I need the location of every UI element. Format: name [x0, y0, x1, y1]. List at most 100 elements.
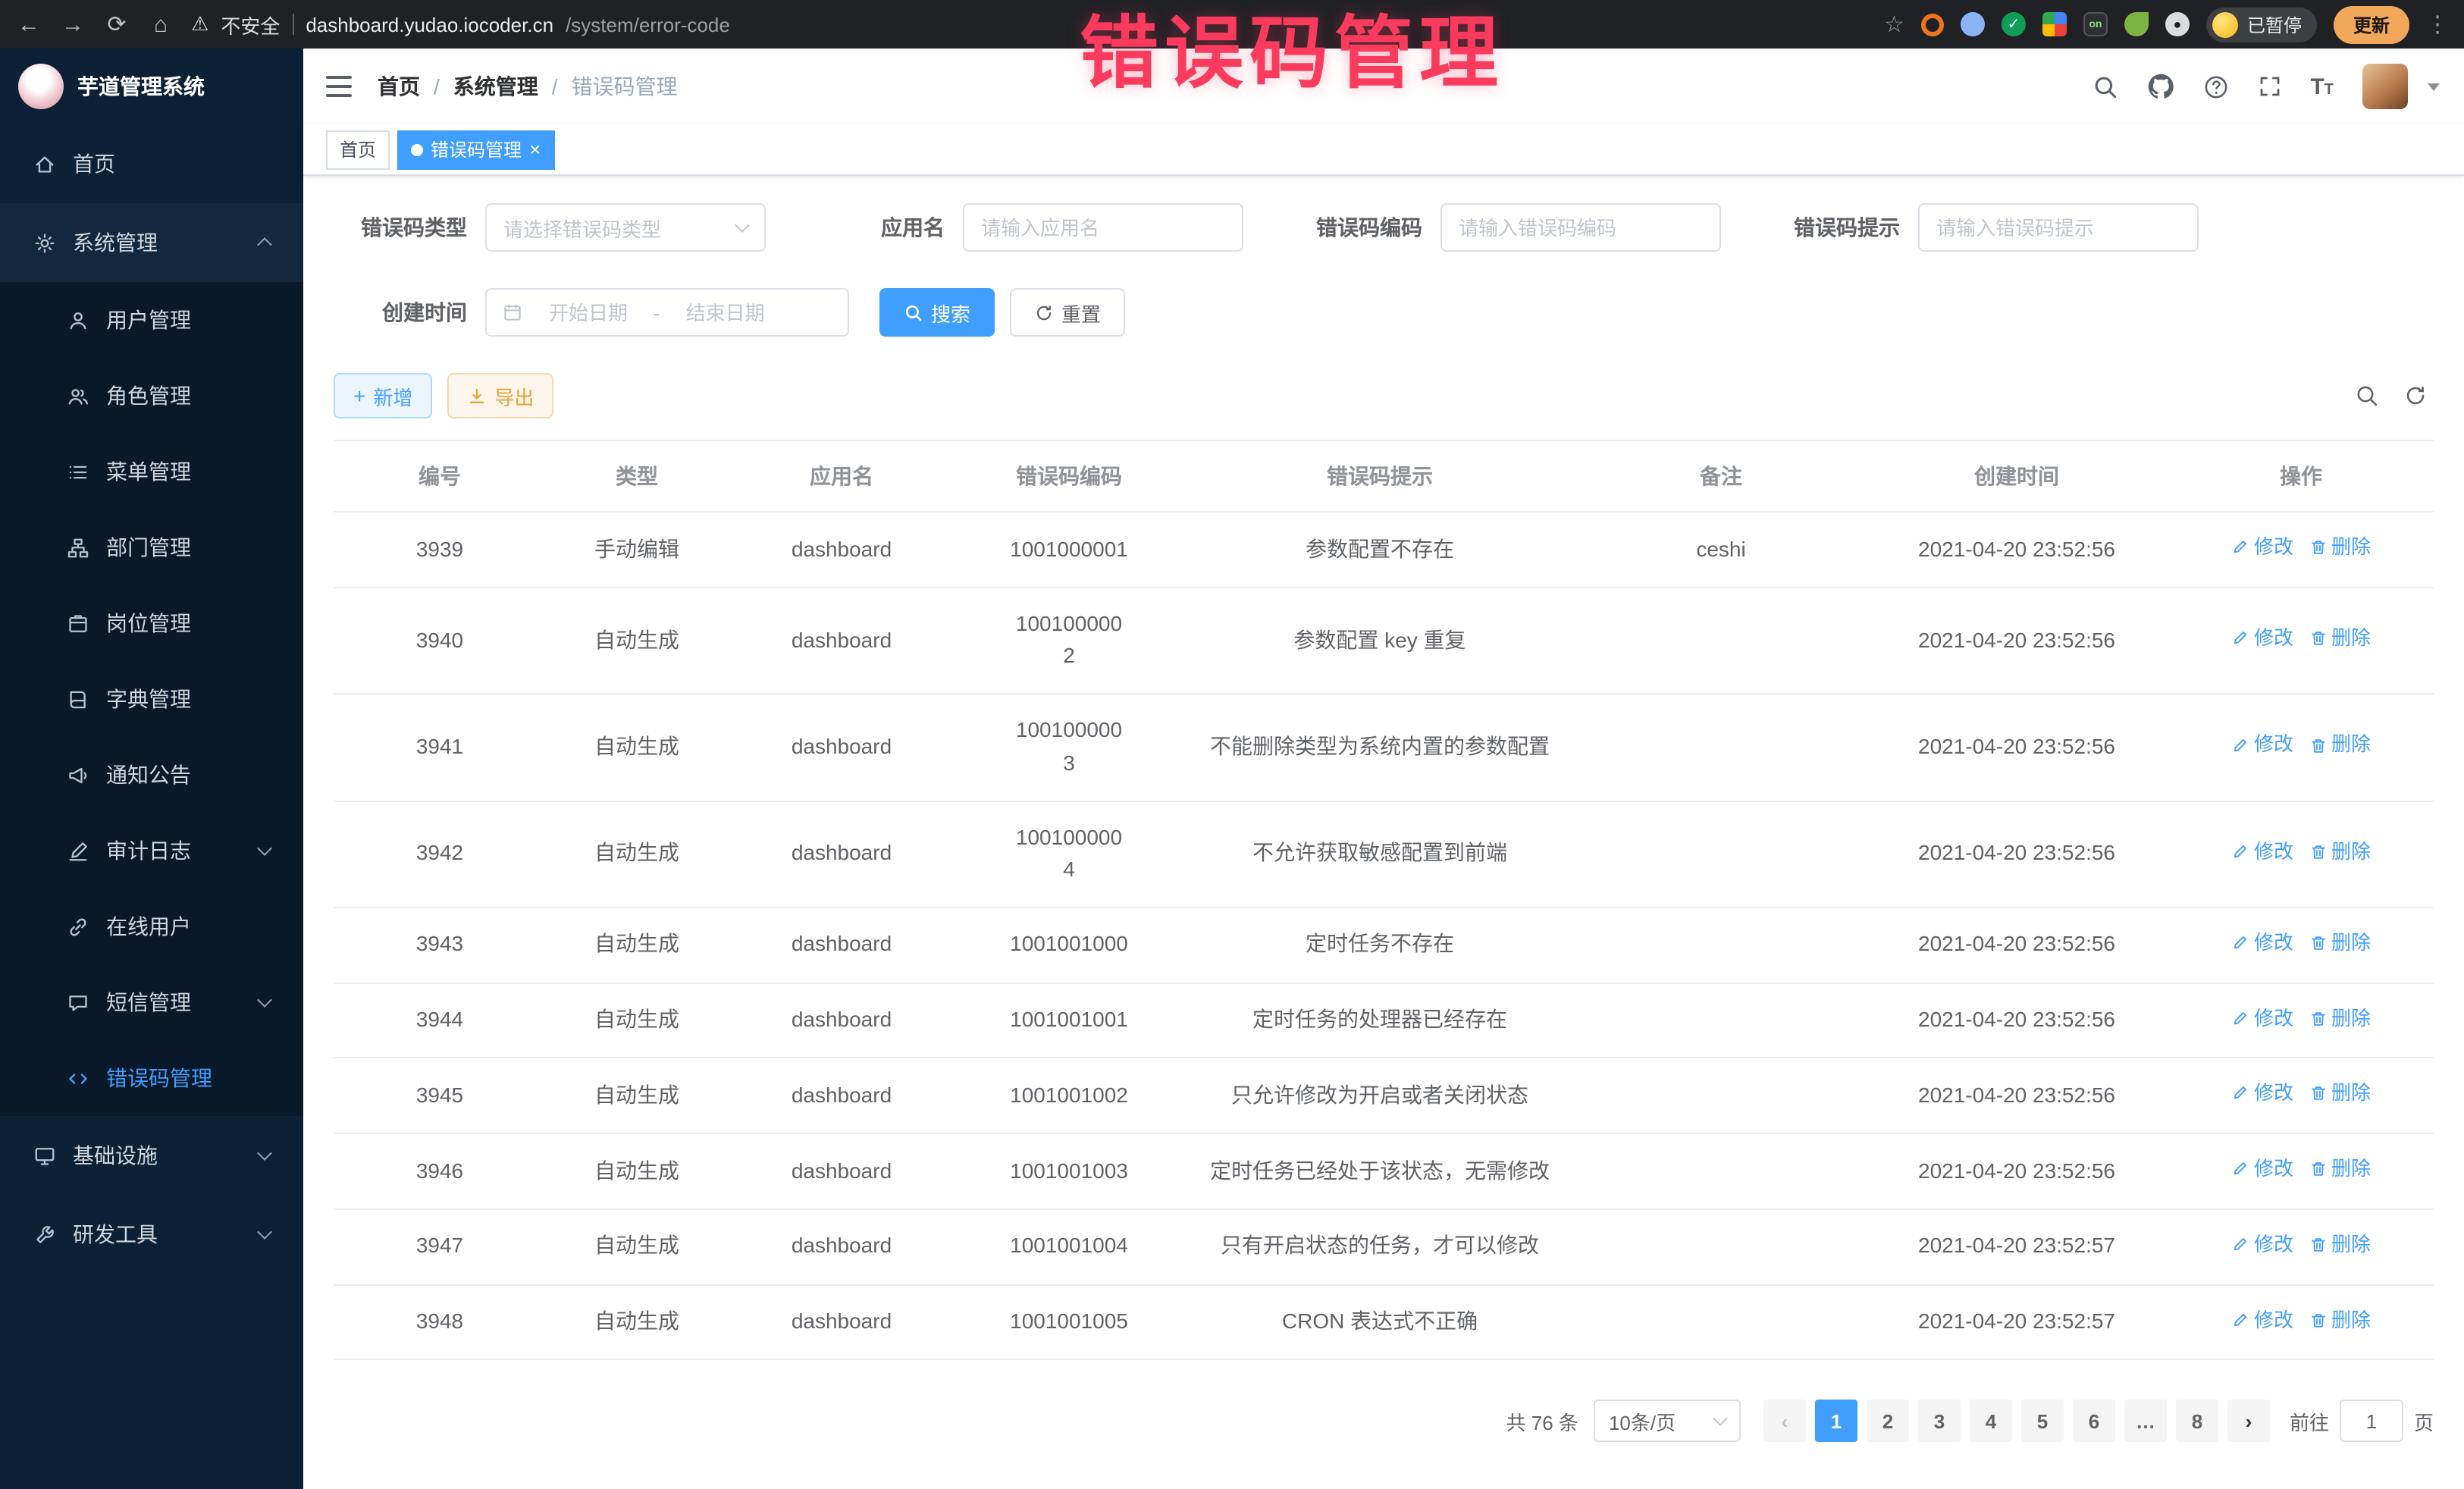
sidebar-item-post-management[interactable]: 岗位管理 [0, 585, 303, 661]
extension-icon[interactable] [2042, 12, 2067, 36]
page-button-3[interactable]: 3 [1918, 1400, 1961, 1443]
edit-link[interactable]: 修改 [2231, 623, 2293, 654]
app-name-input[interactable] [964, 205, 1242, 250]
sidebar-item-sms-management[interactable]: 短信管理 [0, 964, 303, 1040]
refresh-icon[interactable] [2403, 384, 2428, 408]
date-range-picker[interactable]: - [485, 288, 849, 337]
page-button-4[interactable]: 4 [1970, 1400, 2012, 1443]
cell-actions: 修改删除 [2168, 588, 2434, 694]
tab-error-code[interactable]: 错误码管理 × [397, 130, 554, 169]
sidebar-item-home[interactable]: 首页 [0, 124, 303, 203]
toggle-search-icon[interactable] [2355, 384, 2379, 408]
extension-icon[interactable]: on [2083, 12, 2108, 36]
page-button-1[interactable]: 1 [1815, 1400, 1857, 1443]
page-size-select[interactable]: 10条/页 [1594, 1400, 1741, 1443]
goto-page-input[interactable] [2340, 1400, 2403, 1443]
tab-close-icon[interactable]: × [529, 139, 541, 159]
edit-link[interactable]: 修改 [2231, 532, 2293, 563]
edit-link[interactable]: 修改 [2231, 1079, 2293, 1109]
bookmark-star-icon[interactable]: ☆ [1884, 11, 1904, 38]
delete-link[interactable]: 删除 [2309, 532, 2371, 563]
delete-link[interactable]: 删除 [2309, 1154, 2371, 1184]
help-icon[interactable] [2202, 74, 2228, 99]
chevron-up-icon [257, 237, 272, 252]
next-page-button[interactable]: › [2227, 1400, 2270, 1443]
sidebar-item-infrastructure[interactable]: 基础设施 [0, 1116, 303, 1195]
sidebar-item-user-management[interactable]: 用户管理 [0, 282, 303, 358]
delete-link[interactable]: 删除 [2309, 623, 2371, 654]
error-msg-input[interactable] [1920, 205, 2197, 250]
goto-page: 前往 页 [2290, 1400, 2434, 1443]
extension-icon[interactable] [2124, 12, 2149, 36]
sidebar-item-label: 通知公告 [106, 760, 191, 790]
cell-time: 2021-04-20 23:52:56 [1865, 801, 2168, 908]
breadcrumb-system[interactable]: 系统管理 [453, 71, 538, 102]
chevron-down-icon[interactable] [2428, 83, 2440, 90]
sidebar-item-role-management[interactable]: 角色管理 [0, 358, 303, 434]
font-size-icon[interactable]: TT [2310, 74, 2334, 99]
column-header: 操作 [2168, 440, 2434, 512]
page-button-2[interactable]: 2 [1867, 1400, 1909, 1443]
pinned-extension-icon[interactable]: ● [2165, 12, 2190, 36]
forward-icon[interactable]: → [59, 11, 86, 37]
delete-link[interactable]: 删除 [2309, 1079, 2371, 1109]
page-more-button[interactable]: … [2124, 1400, 2167, 1443]
delete-link[interactable]: 删除 [2309, 730, 2371, 760]
select-placeholder: 请选择错误码类型 [503, 213, 661, 242]
error-code-input[interactable] [1442, 205, 1719, 250]
add-button[interactable]: + 新增 [334, 373, 432, 418]
edit-link[interactable]: 修改 [2231, 837, 2293, 867]
avatar[interactable] [2362, 64, 2408, 109]
sidebar-item-online-user[interactable]: 在线用户 [0, 889, 303, 964]
sidebar-item-notice[interactable]: 通知公告 [0, 737, 303, 813]
delete-link[interactable]: 删除 [2309, 928, 2371, 958]
profile-paused-chip[interactable]: 已暂停 [2206, 7, 2317, 42]
prev-page-button[interactable]: ‹ [1763, 1400, 1806, 1443]
edit-link[interactable]: 修改 [2231, 1003, 2293, 1033]
logo[interactable]: 芋道管理系统 [0, 49, 303, 124]
delete-link[interactable]: 删除 [2309, 1003, 2371, 1033]
end-date-input[interactable] [671, 301, 780, 324]
address-bar[interactable]: ⚠ 不安全 dashboard.yudao.iocoder.cn/system/… [191, 10, 1867, 39]
extension-icon[interactable]: ✓ [2002, 12, 2026, 36]
start-date-input[interactable] [534, 301, 643, 324]
reset-button[interactable]: 重置 [1010, 288, 1125, 337]
page-button-6[interactable]: 6 [2073, 1400, 2115, 1443]
delete-link[interactable]: 删除 [2309, 1305, 2371, 1335]
sidebar-item-audit-log[interactable]: 审计日志 [0, 813, 303, 889]
edit-link[interactable]: 修改 [2231, 1230, 2293, 1260]
megaphone-icon [65, 763, 89, 787]
sidebar-item-menu-management[interactable]: 菜单管理 [0, 434, 303, 509]
sidebar-item-dev-tools[interactable]: 研发工具 [0, 1195, 303, 1274]
cell-id: 3942 [334, 801, 546, 908]
sidebar-item-dict-management[interactable]: 字典管理 [0, 661, 303, 737]
delete-link[interactable]: 删除 [2309, 1230, 2371, 1260]
edit-link[interactable]: 修改 [2231, 928, 2293, 958]
search-button[interactable]: 搜索 [879, 288, 995, 337]
reload-icon[interactable]: ⟳ [103, 11, 130, 38]
page-button-5[interactable]: 5 [2021, 1400, 2064, 1443]
error-type-select[interactable]: 请选择错误码类型 [485, 203, 766, 252]
edit-link[interactable]: 修改 [2231, 730, 2293, 760]
sidebar-item-system-management[interactable]: 系统管理 [0, 203, 303, 282]
back-icon[interactable]: ← [15, 11, 42, 37]
page-button-8[interactable]: 8 [2176, 1400, 2218, 1443]
browser-update-button[interactable]: 更新 [2334, 5, 2409, 43]
export-button[interactable]: 导出 [447, 373, 553, 418]
browser-menu-icon[interactable]: ⋮ [2426, 11, 2449, 38]
extension-icon[interactable] [1961, 12, 1985, 36]
edit-link[interactable]: 修改 [2231, 1305, 2293, 1335]
browser-home-icon[interactable]: ⌂ [147, 11, 174, 37]
hamburger-icon[interactable] [326, 76, 352, 97]
search-icon[interactable] [2092, 74, 2118, 99]
column-header: 类型 [546, 440, 728, 512]
delete-link[interactable]: 删除 [2309, 837, 2371, 867]
fullscreen-icon[interactable] [2257, 74, 2281, 99]
extension-icon[interactable] [1921, 13, 1944, 36]
sidebar-item-dept-management[interactable]: 部门管理 [0, 509, 303, 585]
github-icon[interactable] [2146, 73, 2174, 100]
sidebar-item-error-code-management[interactable]: 错误码管理 [0, 1040, 303, 1116]
tab-home[interactable]: 首页 [326, 130, 390, 169]
breadcrumb-home[interactable]: 首页 [378, 71, 420, 102]
edit-link[interactable]: 修改 [2231, 1154, 2293, 1184]
